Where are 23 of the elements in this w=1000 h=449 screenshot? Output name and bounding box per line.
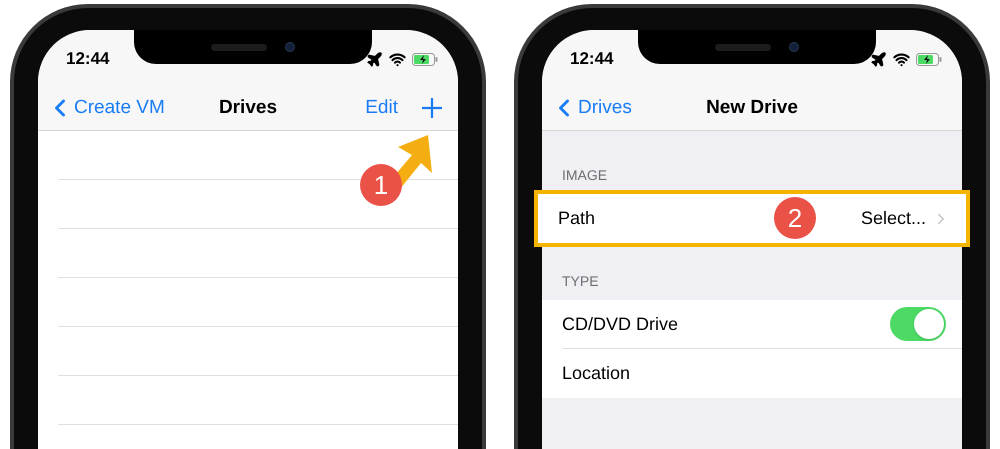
toggle-switch[interactable] bbox=[890, 307, 946, 341]
edit-button[interactable]: Edit bbox=[365, 94, 398, 122]
add-button[interactable] bbox=[420, 96, 444, 120]
row-label: Path bbox=[558, 207, 596, 230]
wifi-icon bbox=[893, 50, 910, 68]
camera-icon bbox=[789, 42, 799, 52]
battery-icon bbox=[412, 52, 438, 66]
plus-icon bbox=[420, 96, 444, 120]
section-header: IMAGE bbox=[561, 166, 608, 185]
section-header: TYPE bbox=[561, 272, 600, 291]
status-time: 12:44 bbox=[66, 48, 110, 70]
row-label: CD/DVD Drive bbox=[562, 312, 678, 336]
battery-icon bbox=[916, 52, 942, 66]
back-button[interactable]: Create VM bbox=[46, 94, 165, 122]
step-badge: 1 bbox=[360, 164, 402, 206]
wifi-icon bbox=[389, 50, 406, 68]
nav-title: New Drive bbox=[706, 96, 798, 120]
nav-title: Drives bbox=[218, 96, 278, 120]
row-value: Select... bbox=[860, 207, 926, 230]
status-time: 12:44 bbox=[570, 48, 614, 70]
row-label: Location bbox=[562, 362, 630, 385]
camera-icon bbox=[285, 42, 295, 52]
back-button[interactable]: Drives bbox=[550, 94, 632, 122]
